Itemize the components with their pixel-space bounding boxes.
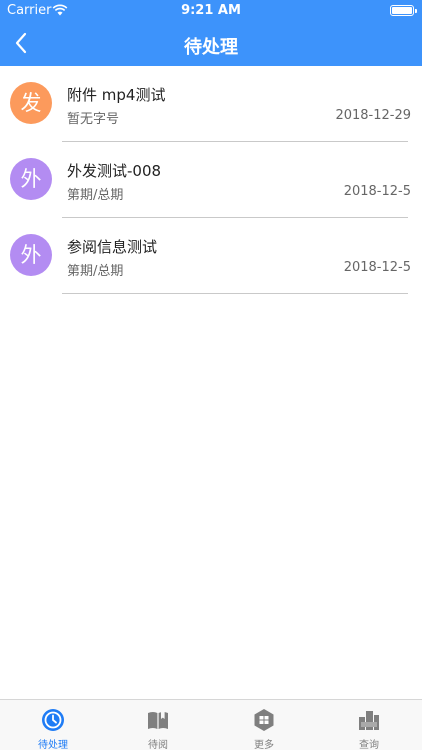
item-title: 附件 mp4测试: [67, 86, 166, 104]
clock-time: 9:21 AM: [181, 3, 241, 18]
item-subtitle: 第期/总期: [67, 188, 124, 203]
item-date: 2018-12-5: [343, 184, 411, 199]
search-building-icon: [359, 711, 379, 730]
item-title: 参阅信息测试: [67, 238, 158, 256]
tab-label: 更多: [254, 740, 274, 751]
item-subtitle: 暂无字号: [67, 112, 120, 127]
item-title: 外发测试-008: [67, 162, 162, 180]
clock-icon: [42, 709, 64, 731]
tab-pending[interactable]: 待处理: [13, 700, 93, 751]
divider: [62, 293, 408, 294]
tab-bar: 待处理 待阅 更多 查询: [0, 699, 422, 751]
tab-search[interactable]: 查询: [329, 700, 409, 751]
page-title: 待处理: [184, 37, 238, 58]
list-item[interactable]: 外 参阅信息测试 第期/总期 2018-12-5: [0, 218, 422, 294]
tab-to-read[interactable]: 待阅: [118, 700, 198, 751]
tab-label: 待处理: [38, 740, 68, 751]
status-bar: Carrier 9:21 AM: [0, 0, 422, 22]
item-subtitle: 第期/总期: [67, 264, 124, 279]
item-date: 2018-12-29: [335, 108, 411, 123]
item-date: 2018-12-5: [343, 260, 411, 275]
grid-hexagon-icon: [254, 709, 274, 731]
document-list: 发 附件 mp4测试 暂无字号 2018-12-29 外 外发测试-008 第期…: [0, 66, 422, 294]
list-item[interactable]: 发 附件 mp4测试 暂无字号 2018-12-29: [0, 66, 422, 142]
type-badge: 发: [10, 82, 52, 124]
navigation-bar: Carrier 9:21 AM 待处理: [0, 0, 422, 66]
tab-more[interactable]: 更多: [224, 700, 304, 751]
type-badge: 外: [10, 234, 52, 276]
tab-label: 待阅: [148, 740, 168, 751]
book-icon: [148, 711, 168, 729]
type-badge: 外: [10, 158, 52, 200]
tab-label: 查询: [359, 740, 379, 751]
list-item[interactable]: 外 外发测试-008 第期/总期 2018-12-5: [0, 142, 422, 218]
battery-icon: [390, 5, 417, 16]
